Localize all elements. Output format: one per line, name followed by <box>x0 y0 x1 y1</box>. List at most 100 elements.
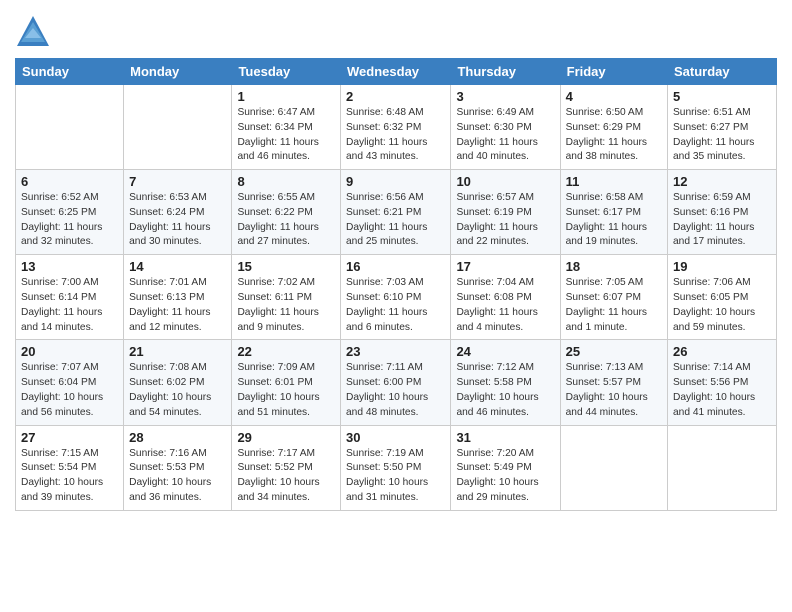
day-number: 31 <box>456 430 554 445</box>
day-info: Sunrise: 6:53 AM Sunset: 6:24 PM Dayligh… <box>129 191 226 250</box>
day-number: 21 <box>129 344 226 359</box>
week-row-3: 13 Sunrise: 7:00 AM Sunset: 6:14 PM Dayli… <box>16 255 777 340</box>
day-info: Sunrise: 7:15 AM Sunset: 5:54 PM Dayligh… <box>21 447 118 506</box>
calendar-cell: 24 Sunrise: 7:12 AM Sunset: 5:58 PM Dayli… <box>451 340 560 425</box>
calendar-cell: 31 Sunrise: 7:20 AM Sunset: 5:49 PM Dayli… <box>451 425 560 510</box>
day-number: 30 <box>346 430 445 445</box>
week-row-5: 27 Sunrise: 7:15 AM Sunset: 5:54 PM Dayli… <box>16 425 777 510</box>
calendar-cell: 16 Sunrise: 7:03 AM Sunset: 6:10 PM Dayli… <box>341 255 451 340</box>
day-number: 29 <box>237 430 335 445</box>
logo <box>15 14 55 50</box>
day-info: Sunrise: 6:57 AM Sunset: 6:19 PM Dayligh… <box>456 191 554 250</box>
day-number: 16 <box>346 259 445 274</box>
calendar-cell: 17 Sunrise: 7:04 AM Sunset: 6:08 PM Dayli… <box>451 255 560 340</box>
day-info: Sunrise: 6:58 AM Sunset: 6:17 PM Dayligh… <box>566 191 662 250</box>
weekday-header-saturday: Saturday <box>668 59 777 85</box>
calendar-cell: 4 Sunrise: 6:50 AM Sunset: 6:29 PM Daylig… <box>560 85 667 170</box>
weekday-header-monday: Monday <box>124 59 232 85</box>
day-number: 5 <box>673 89 771 104</box>
calendar-cell: 13 Sunrise: 7:00 AM Sunset: 6:14 PM Dayli… <box>16 255 124 340</box>
day-number: 25 <box>566 344 662 359</box>
day-number: 6 <box>21 174 118 189</box>
calendar-cell <box>560 425 667 510</box>
day-info: Sunrise: 6:47 AM Sunset: 6:34 PM Dayligh… <box>237 106 335 165</box>
day-info: Sunrise: 6:48 AM Sunset: 6:32 PM Dayligh… <box>346 106 445 165</box>
day-number: 18 <box>566 259 662 274</box>
calendar-cell: 20Sunrise: 7:07 AM Sunset: 6:04 PM Dayli… <box>16 340 124 425</box>
calendar-table: SundayMondayTuesdayWednesdayThursdayFrid… <box>15 58 777 511</box>
day-number: 24 <box>456 344 554 359</box>
day-info: Sunrise: 6:52 AM Sunset: 6:25 PM Dayligh… <box>21 191 118 250</box>
calendar-cell: 18 Sunrise: 7:05 AM Sunset: 6:07 PM Dayli… <box>560 255 667 340</box>
calendar-cell: 30 Sunrise: 7:19 AM Sunset: 5:50 PM Dayli… <box>341 425 451 510</box>
day-number: 20 <box>21 344 118 359</box>
calendar-cell: 10Sunrise: 6:57 AM Sunset: 6:19 PM Dayli… <box>451 170 560 255</box>
day-info: Sunrise: 6:56 AM Sunset: 6:21 PM Dayligh… <box>346 191 445 250</box>
calendar-cell: 14 Sunrise: 7:01 AM Sunset: 6:13 PM Dayli… <box>124 255 232 340</box>
weekday-header-row: SundayMondayTuesdayWednesdayThursdayFrid… <box>16 59 777 85</box>
day-info: Sunrise: 7:12 AM Sunset: 5:58 PM Dayligh… <box>456 361 554 420</box>
calendar-cell: 26Sunrise: 7:14 AM Sunset: 5:56 PM Dayli… <box>668 340 777 425</box>
day-info: Sunrise: 7:20 AM Sunset: 5:49 PM Dayligh… <box>456 447 554 506</box>
calendar-cell: 9 Sunrise: 6:56 AM Sunset: 6:21 PM Daylig… <box>341 170 451 255</box>
day-info: Sunrise: 6:59 AM Sunset: 6:16 PM Dayligh… <box>673 191 771 250</box>
calendar-cell: 1 Sunrise: 6:47 AM Sunset: 6:34 PM Daylig… <box>232 85 341 170</box>
day-info: Sunrise: 7:03 AM Sunset: 6:10 PM Dayligh… <box>346 276 445 335</box>
day-number: 9 <box>346 174 445 189</box>
day-info: Sunrise: 6:55 AM Sunset: 6:22 PM Dayligh… <box>237 191 335 250</box>
weekday-header-wednesday: Wednesday <box>341 59 451 85</box>
calendar-cell: 7 Sunrise: 6:53 AM Sunset: 6:24 PM Daylig… <box>124 170 232 255</box>
calendar-cell <box>124 85 232 170</box>
day-info: Sunrise: 7:14 AM Sunset: 5:56 PM Dayligh… <box>673 361 771 420</box>
day-number: 7 <box>129 174 226 189</box>
day-number: 1 <box>237 89 335 104</box>
day-number: 27 <box>21 430 118 445</box>
calendar-cell: 5 Sunrise: 6:51 AM Sunset: 6:27 PM Daylig… <box>668 85 777 170</box>
day-number: 2 <box>346 89 445 104</box>
calendar-cell: 22Sunrise: 7:09 AM Sunset: 6:01 PM Dayli… <box>232 340 341 425</box>
day-number: 19 <box>673 259 771 274</box>
day-info: Sunrise: 7:02 AM Sunset: 6:11 PM Dayligh… <box>237 276 335 335</box>
calendar-cell: 19 Sunrise: 7:06 AM Sunset: 6:05 PM Dayli… <box>668 255 777 340</box>
calendar-cell: 2 Sunrise: 6:48 AM Sunset: 6:32 PM Daylig… <box>341 85 451 170</box>
day-number: 23 <box>346 344 445 359</box>
day-info: Sunrise: 7:16 AM Sunset: 5:53 PM Dayligh… <box>129 447 226 506</box>
week-row-2: 6 Sunrise: 6:52 AM Sunset: 6:25 PM Daylig… <box>16 170 777 255</box>
calendar-cell: 12Sunrise: 6:59 AM Sunset: 6:16 PM Dayli… <box>668 170 777 255</box>
calendar-cell: 29Sunrise: 7:17 AM Sunset: 5:52 PM Dayli… <box>232 425 341 510</box>
day-info: Sunrise: 7:08 AM Sunset: 6:02 PM Dayligh… <box>129 361 226 420</box>
calendar-cell <box>668 425 777 510</box>
day-info: Sunrise: 6:51 AM Sunset: 6:27 PM Dayligh… <box>673 106 771 165</box>
day-info: Sunrise: 6:50 AM Sunset: 6:29 PM Dayligh… <box>566 106 662 165</box>
page: SundayMondayTuesdayWednesdayThursdayFrid… <box>0 0 792 612</box>
day-info: Sunrise: 7:06 AM Sunset: 6:05 PM Dayligh… <box>673 276 771 335</box>
day-number: 13 <box>21 259 118 274</box>
day-info: Sunrise: 7:05 AM Sunset: 6:07 PM Dayligh… <box>566 276 662 335</box>
weekday-header-thursday: Thursday <box>451 59 560 85</box>
day-info: Sunrise: 7:04 AM Sunset: 6:08 PM Dayligh… <box>456 276 554 335</box>
day-info: Sunrise: 7:01 AM Sunset: 6:13 PM Dayligh… <box>129 276 226 335</box>
calendar-cell: 25Sunrise: 7:13 AM Sunset: 5:57 PM Dayli… <box>560 340 667 425</box>
calendar-cell: 21 Sunrise: 7:08 AM Sunset: 6:02 PM Dayli… <box>124 340 232 425</box>
week-row-4: 20Sunrise: 7:07 AM Sunset: 6:04 PM Dayli… <box>16 340 777 425</box>
week-row-1: 1 Sunrise: 6:47 AM Sunset: 6:34 PM Daylig… <box>16 85 777 170</box>
day-number: 11 <box>566 174 662 189</box>
day-number: 17 <box>456 259 554 274</box>
header <box>15 10 777 50</box>
calendar-cell: 3Sunrise: 6:49 AM Sunset: 6:30 PM Daylig… <box>451 85 560 170</box>
calendar-cell: 27 Sunrise: 7:15 AM Sunset: 5:54 PM Dayli… <box>16 425 124 510</box>
day-number: 4 <box>566 89 662 104</box>
calendar-cell: 8 Sunrise: 6:55 AM Sunset: 6:22 PM Daylig… <box>232 170 341 255</box>
weekday-header-sunday: Sunday <box>16 59 124 85</box>
day-number: 28 <box>129 430 226 445</box>
day-number: 15 <box>237 259 335 274</box>
day-info: Sunrise: 7:19 AM Sunset: 5:50 PM Dayligh… <box>346 447 445 506</box>
calendar-cell <box>16 85 124 170</box>
weekday-header-friday: Friday <box>560 59 667 85</box>
day-info: Sunrise: 7:00 AM Sunset: 6:14 PM Dayligh… <box>21 276 118 335</box>
day-number: 14 <box>129 259 226 274</box>
day-number: 22 <box>237 344 335 359</box>
weekday-header-tuesday: Tuesday <box>232 59 341 85</box>
day-number: 8 <box>237 174 335 189</box>
calendar-cell: 11 Sunrise: 6:58 AM Sunset: 6:17 PM Dayli… <box>560 170 667 255</box>
